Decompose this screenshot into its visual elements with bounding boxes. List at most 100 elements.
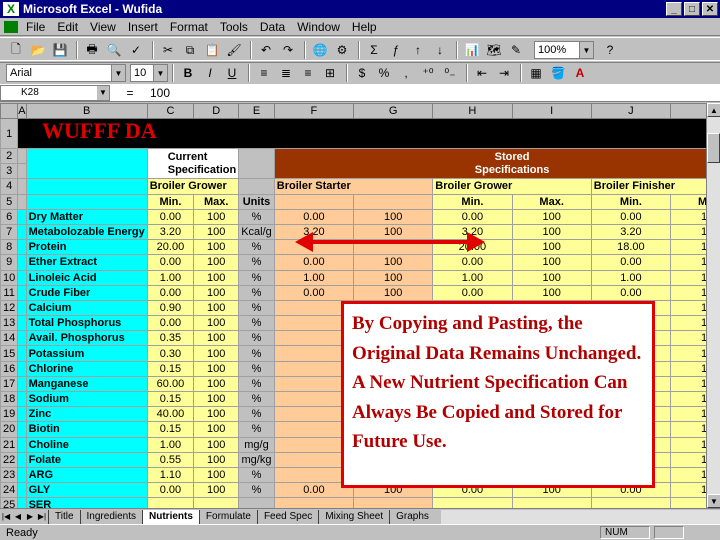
unit-cell[interactable]: % xyxy=(238,375,275,393)
row-header[interactable]: 20 xyxy=(0,421,19,438)
sort-descending-icon[interactable]: ↓ xyxy=(430,40,450,60)
unit-cell[interactable]: % xyxy=(238,390,275,408)
chevron-down-icon[interactable]: ▼ xyxy=(97,85,109,100)
nutrient-name[interactable]: SER xyxy=(25,497,148,508)
current-spec-header[interactable]: Current Specification xyxy=(146,147,240,180)
format-painter-icon[interactable]: 🖌 xyxy=(224,40,244,60)
units-header[interactable]: Units xyxy=(238,193,275,210)
current-min[interactable]: 1.00 xyxy=(146,269,195,286)
finisher-min[interactable]: 0.00 xyxy=(590,208,672,225)
chevron-down-icon[interactable]: ▼ xyxy=(153,65,167,81)
grower-max[interactable]: 100 xyxy=(511,269,592,286)
font-size-select[interactable]: 10 ▼ xyxy=(130,64,168,82)
percent-icon[interactable]: % xyxy=(374,63,394,83)
current-min[interactable]: 1.00 xyxy=(146,436,195,453)
row-header[interactable]: 4 xyxy=(0,178,19,195)
name-box[interactable]: K28 ▼ xyxy=(0,84,110,101)
nutrient-name[interactable]: Sodium xyxy=(25,390,148,408)
comma-icon[interactable]: , xyxy=(396,63,416,83)
bold-icon[interactable]: B xyxy=(178,63,198,83)
unit-cell[interactable]: % xyxy=(238,421,275,438)
current-min[interactable]: 0.35 xyxy=(146,330,195,347)
cell[interactable] xyxy=(17,299,27,317)
row-header[interactable]: 25 xyxy=(0,497,19,508)
finisher-max[interactable]: 100 xyxy=(670,345,706,362)
current-min[interactable]: 0.15 xyxy=(146,390,195,408)
row-header[interactable]: 16 xyxy=(0,360,19,377)
finisher-min[interactable]: 0.00 xyxy=(590,254,672,271)
cell[interactable] xyxy=(17,345,27,362)
nutrient-name[interactable]: Crude Fiber xyxy=(25,284,148,301)
column-header-e[interactable]: E xyxy=(238,103,275,119)
min-header[interactable]: Min. xyxy=(590,193,672,210)
cell[interactable] xyxy=(17,330,27,347)
grower-min[interactable]: 0.00 xyxy=(432,284,513,301)
unit-cell[interactable]: % xyxy=(238,345,275,362)
starter-max[interactable]: 100 xyxy=(353,208,434,225)
finisher-max[interactable]: 100 xyxy=(670,466,706,484)
current-max[interactable]: 100 xyxy=(193,208,240,225)
current-min[interactable]: 60.00 xyxy=(146,375,195,393)
finisher-max[interactable]: 100 xyxy=(670,269,706,286)
underline-icon[interactable]: U xyxy=(222,63,242,83)
row-header[interactable]: 18 xyxy=(0,390,19,408)
finisher-min[interactable] xyxy=(590,497,672,508)
row-header[interactable]: 23 xyxy=(0,466,19,484)
paste-icon[interactable]: 📋 xyxy=(202,40,222,60)
min-header[interactable]: Min. xyxy=(432,193,513,210)
current-max[interactable]: 100 xyxy=(193,239,240,256)
unit-cell[interactable]: % xyxy=(238,406,275,423)
starter-min[interactable]: 0.00 xyxy=(273,208,355,225)
unit-cell[interactable]: % xyxy=(238,482,275,499)
column-header-f[interactable]: F xyxy=(273,103,355,119)
unit-cell[interactable]: % xyxy=(238,239,275,256)
cell[interactable] xyxy=(273,193,355,210)
unit-cell[interactable]: % xyxy=(238,299,275,317)
prev-sheet-icon[interactable]: ◀ xyxy=(12,510,24,524)
row-header[interactable]: 7 xyxy=(0,223,19,241)
finisher-max[interactable]: 100 xyxy=(670,360,706,377)
cell[interactable] xyxy=(238,147,275,180)
increase-decimal-icon[interactable]: ⁺⁰ xyxy=(418,63,438,83)
finisher-max[interactable]: 100 xyxy=(670,406,706,423)
fill-color-icon[interactable]: 🪣 xyxy=(548,63,568,83)
zoom-select[interactable]: 100% ▼ xyxy=(534,41,594,59)
current-max[interactable]: 100 xyxy=(193,375,240,393)
unit-cell[interactable]: % xyxy=(238,360,275,377)
finisher-max[interactable]: 100 xyxy=(670,375,706,393)
unit-cell[interactable]: % xyxy=(238,208,275,225)
current-max[interactable]: 100 xyxy=(193,482,240,499)
current-min[interactable]: 0.30 xyxy=(146,345,195,362)
unit-cell[interactable]: % xyxy=(238,330,275,347)
menu-data[interactable]: Data xyxy=(260,20,285,34)
next-sheet-icon[interactable]: ▶ xyxy=(24,510,36,524)
cell[interactable] xyxy=(17,254,27,271)
finisher-max[interactable]: 100 xyxy=(670,284,706,301)
current-max[interactable]: 100 xyxy=(193,330,240,347)
function-icon[interactable]: ƒ xyxy=(386,40,406,60)
finisher-min[interactable]: 0.00 xyxy=(590,284,672,301)
finisher-max[interactable]: 100 xyxy=(670,482,706,499)
drawing-icon[interactable]: ✎ xyxy=(506,40,526,60)
current-max[interactable]: 100 xyxy=(193,421,240,438)
vertical-scrollbar[interactable]: ▲ ▼ xyxy=(706,103,720,508)
current-max[interactable]: 100 xyxy=(193,269,240,286)
nutrient-name[interactable]: Avail. Phosphorus xyxy=(25,330,148,347)
row-header[interactable]: 22 xyxy=(0,451,19,468)
decrease-decimal-icon[interactable]: ⁰₋ xyxy=(440,63,460,83)
spelling-icon[interactable]: ✓ xyxy=(126,40,146,60)
open-icon[interactable]: 📂 xyxy=(28,40,48,60)
column-header-c[interactable]: C xyxy=(146,103,195,119)
max-header[interactable]: Max. xyxy=(670,193,706,210)
chart-wizard-icon[interactable]: 📊 xyxy=(462,40,482,60)
workbook-icon[interactable] xyxy=(4,20,18,33)
row-header[interactable]: 6 xyxy=(0,208,19,225)
cell[interactable] xyxy=(353,193,434,210)
row-header[interactable]: 15 xyxy=(0,345,19,362)
starter-max[interactable]: 100 xyxy=(353,269,434,286)
starter-max[interactable]: 100 xyxy=(353,254,434,271)
currency-icon[interactable]: $ xyxy=(352,63,372,83)
menu-file[interactable]: File xyxy=(26,20,45,34)
nutrient-name[interactable]: Folate xyxy=(25,451,148,468)
current-max[interactable]: 100 xyxy=(193,254,240,271)
